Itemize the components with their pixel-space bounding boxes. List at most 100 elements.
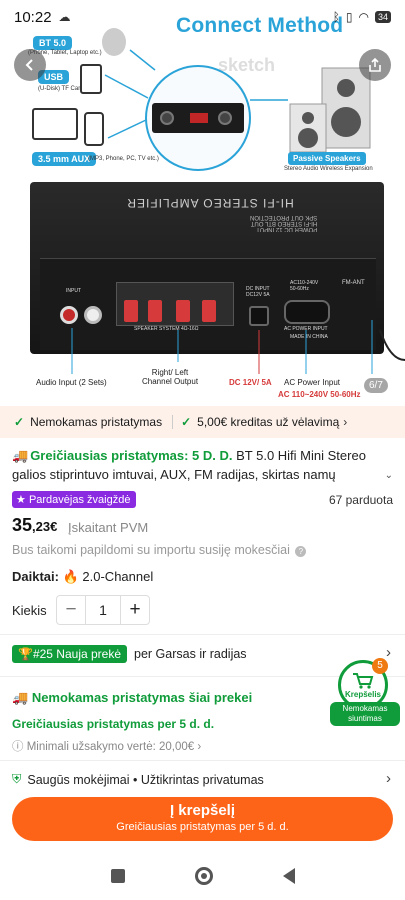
minus-icon[interactable]: − <box>57 596 85 624</box>
sold-count: 67 parduota <box>328 493 393 507</box>
source-bt-label: BT 5.0 <box>33 36 73 50</box>
quantity-value[interactable]: 1 <box>85 596 121 624</box>
ranking-text: per Garsas ir radijas <box>134 647 247 661</box>
price-decimal: ,23€ <box>32 519 58 534</box>
cloud-icon: ☁ <box>58 10 71 24</box>
cart-free-shipping-pill: Nemokamas siuntimas <box>330 702 400 726</box>
min-order-text: Minimali užsakymo vertė: 20,00€ <box>26 741 195 753</box>
speaker-terminal-icon <box>202 300 216 322</box>
late-credit-text: 5,00€ kreditas už vėlavimą <box>197 415 340 429</box>
star-icon: ★ <box>16 494 26 506</box>
battery-icon: 34 <box>374 11 391 23</box>
amp-top-small: POWER DC 12 INPUT HI-FI STEREO BTL OUT S… <box>250 214 318 232</box>
check-icon: ✓ <box>14 415 25 429</box>
status-time: 10:22 <box>14 8 52 26</box>
add-to-cart-label: Į krepšelį <box>169 802 236 819</box>
truck-icon: 🚚 <box>12 448 29 463</box>
dc-input-label: DC INPUT DC12V 5A <box>246 286 270 298</box>
system-nav-bar <box>0 852 405 900</box>
divider <box>0 760 405 761</box>
chevron-right-icon[interactable]: › <box>386 770 391 787</box>
truck-icon: 🚚 <box>12 690 29 705</box>
variant-key: Daiktai: <box>12 569 59 584</box>
caption-right-left: Right/ Left Channel Output <box>142 368 199 386</box>
divider <box>172 415 174 429</box>
product-image-gallery[interactable]: 10:22 ☁ ᛒ ▯ ◠ 34 Connect Method sketch B… <box>0 0 405 398</box>
status-bar: 10:22 ☁ ᛒ ▯ ◠ 34 <box>0 0 405 34</box>
chevron-left-icon <box>25 59 33 71</box>
chevron-right-icon: › <box>343 415 348 429</box>
input-label: INPUT <box>66 288 81 294</box>
image-pager: 6/7 <box>364 378 388 393</box>
shield-check-icon: ⛨ <box>12 772 22 786</box>
bluetooth-icon: ᛒ <box>332 10 340 24</box>
secure-payments-row[interactable]: ⛨ Saugūs mokėjimai • Užtikrintas privatu… <box>12 772 264 787</box>
speaker-terminal-icon <box>148 300 162 322</box>
plus-icon[interactable]: + <box>121 596 149 624</box>
cart-icon <box>353 672 374 689</box>
cart-count-badge: 5 <box>372 658 388 674</box>
vibrate-icon: ▯ <box>345 10 353 24</box>
monitor-icon <box>32 108 78 140</box>
chevron-right-icon: › <box>197 741 202 753</box>
speaker-terminal-icon <box>124 300 138 322</box>
import-note-text: Bus taikomi papildomi su importu susiję … <box>12 543 290 557</box>
floating-cart[interactable]: Krepšelis 5 Nemokamas siuntimas <box>326 658 402 728</box>
add-to-cart-sub: Greičiausias pristatymas per 5 d. d. <box>116 821 289 833</box>
caption-ac-power: AC Power Input <box>284 378 341 387</box>
free-shipping-text: Nemokamas pristatymas <box>30 415 163 429</box>
secure-payments-text: Saugūs mokėjimai • Užtikrintas privatuma… <box>27 772 264 787</box>
ranking-badge: 🏆#25 Nauja prekė <box>12 645 128 663</box>
caption-dc: DC 12V/ 5A <box>229 378 272 387</box>
share-icon <box>369 57 381 72</box>
source-aux-label: 3.5 mm AUX <box>32 152 97 166</box>
product-title[interactable]: 🚚 Greičiausias pristatymas: 5 D. D. BT 5.… <box>12 446 396 484</box>
speaker-terminal-icon <box>176 300 190 322</box>
passive-speakers-icon <box>289 67 371 153</box>
import-note[interactable]: Bus taikomi papildomi su importu susiję … <box>12 543 307 557</box>
fast-delivery-label: Greičiausias pristatymas: 5 D. D. <box>30 448 233 463</box>
quantity-stepper[interactable]: − 1 + <box>56 595 150 625</box>
flame-icon: 🔥 <box>62 569 79 584</box>
home-icon[interactable] <box>194 867 213 885</box>
recents-icon[interactable] <box>110 869 125 883</box>
back-nav-icon[interactable] <box>282 868 295 884</box>
price-integer: 35 <box>12 515 33 535</box>
star-seller-badge[interactable]: ★ Pardavėjas žvaigždė <box>12 491 137 508</box>
share-button[interactable] <box>359 49 391 81</box>
vat-note: Įskaitant PVM <box>68 520 149 535</box>
add-to-cart-button[interactable]: Į krepšelį Greičiausias pristatymas per … <box>12 797 393 841</box>
chevron-down-icon[interactable]: ⌄ <box>385 470 393 481</box>
usb-stick-icon <box>80 64 102 94</box>
min-order: ⓘ Minimali užsakymo vertė: 20,00€ › <box>12 738 201 754</box>
ranking-badge-text: #25 Nauja prekė <box>32 647 122 661</box>
price: 35,23€ <box>12 515 57 536</box>
status-icons: ᛒ ▯ ◠ 34 <box>333 10 391 24</box>
fm-ant-label: FM-ANT <box>342 280 365 286</box>
variant-row[interactable]: Daiktai: 🔥 2.0-Channel <box>12 569 153 585</box>
variant-value: 2.0-Channel <box>82 569 154 584</box>
quantity-label: Kiekis <box>12 603 47 618</box>
caption-audio-input: Audio Input (2 Sets) <box>36 378 107 387</box>
question-icon[interactable]: ? <box>295 546 307 557</box>
info-icon: ⓘ <box>12 741 24 753</box>
trophy-icon: 🏆 <box>18 647 33 661</box>
check-icon: ✓ <box>181 415 192 429</box>
ac-label: AC110-240V 50-60Hz <box>290 280 319 292</box>
free-shipping-item: 🚚 Nemokamas pristatymas šiai prekei <box>12 690 252 706</box>
cart-label: Krepšelis <box>344 689 382 699</box>
speakers-sub: Stereo Audio Wireless Expansion <box>284 166 373 172</box>
amp-top-text: HI-FI STEREO AMPLIFIER <box>126 196 294 210</box>
amplifier-front-icon <box>152 103 244 133</box>
back-button[interactable] <box>14 49 46 81</box>
delivery-strip[interactable]: ✓ Nemokamas pristatymas ✓ 5,00€ kreditas… <box>0 406 405 438</box>
star-seller-label: Pardavėjas žvaigždė <box>28 494 131 506</box>
fast-delivery-item: Greičiausias pristatymas per 5 d. d. <box>12 717 215 731</box>
speakers-label: Passive Speakers <box>288 152 366 165</box>
caption-ac-range: AC 110~240V 50-60Hz <box>278 390 361 398</box>
caption-lines <box>71 320 405 374</box>
divider <box>0 634 405 635</box>
free-shipping-item-text: Nemokamas pristatymas šiai prekei <box>31 690 253 705</box>
ranking-row[interactable]: 🏆#25 Nauja prekė per Garsas ir radijas <box>12 645 247 663</box>
wifi-icon: ◠ <box>358 10 369 24</box>
